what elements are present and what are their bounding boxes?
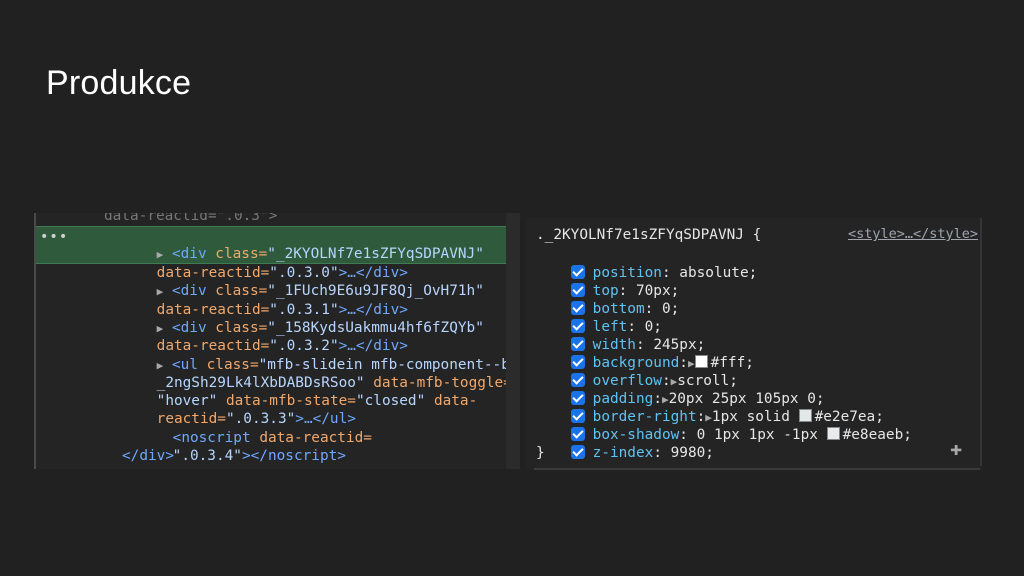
more-options-icon[interactable]: ••• xyxy=(40,229,68,245)
color-swatch[interactable] xyxy=(826,427,840,440)
elements-panel: data-reactid=".0.3"> ••• ▶ <div class="_… xyxy=(34,213,506,469)
css-property-overflow[interactable]: overflow:▶scroll; xyxy=(536,354,738,389)
cut-off-line: data-reactid=".0.3"> xyxy=(104,213,278,224)
dom-node-close-div[interactable]: </div> xyxy=(122,447,174,465)
css-property-z-index[interactable]: z-index: 9980; xyxy=(536,426,714,461)
panel-divider[interactable] xyxy=(506,213,520,469)
dom-node-div-2[interactable]: ▶ <div class="_158KydsUakmmu4hf6fZQYb" xyxy=(122,301,484,336)
dom-node-div-1-line2: data-reactid=".0.3.1">…</div> xyxy=(156,302,408,318)
css-property-bottom[interactable]: bottom: 0; xyxy=(536,282,679,317)
dom-node-noscript-line2: ".0.3.4"></noscript> xyxy=(172,448,346,464)
dom-node-ul-line2: _2ngSh29Lk4lXbDABDsRSoo" data-mfb-toggle… xyxy=(156,375,506,391)
styles-panel: ._2KYOLNf7e1sZFYqSDPAVNJ { <style>…</sty… xyxy=(526,218,982,470)
styles-bottom-border xyxy=(534,468,980,470)
css-property-padding[interactable]: padding:▶20px 25px 105px 0; xyxy=(536,372,825,407)
css-rule-close: } xyxy=(536,445,545,461)
dom-node-ul-line3: "hover" data-mfb-state="closed" data- xyxy=(156,393,478,409)
css-property-width[interactable]: width: 245px; xyxy=(536,318,705,353)
css-property-top[interactable]: top: 70px; xyxy=(536,264,679,299)
dom-node-div-1[interactable]: ▶ <div class="_1FUch9E6u9JF8Qj_OvH71h" xyxy=(122,264,484,299)
css-property-position[interactable]: position: absolute; xyxy=(536,246,757,281)
styles-scrollbar[interactable] xyxy=(980,218,982,466)
slide-title: Produkce xyxy=(46,64,192,102)
dom-node-ul[interactable]: ▶ <ul class="mfb-slidein mfb-component--… xyxy=(122,338,506,373)
style-source-link[interactable]: <style>…</style> xyxy=(848,226,978,242)
dom-node-div-2-line2: data-reactid=".0.3.2">…</div> xyxy=(156,338,408,354)
css-selector: ._2KYOLNf7e1sZFYqSDPAVNJ { xyxy=(536,227,762,243)
checkbox-checked-icon[interactable] xyxy=(570,445,585,459)
dom-node-noscript[interactable]: <noscript data-reactid= xyxy=(138,411,372,446)
dom-node-div-0[interactable]: ▶ <div class="_2KYOLNf7e1sZFYqSDPAVNJ" xyxy=(122,227,484,262)
css-property-background[interactable]: background:▶ #fff; xyxy=(536,336,754,371)
css-property-left[interactable]: left: 0; xyxy=(536,300,662,335)
dom-node-ul-line4: reactid=".0.3.3">…</ul> xyxy=(156,411,356,427)
css-property-box-shadow[interactable]: box-shadow: 0 1px 1px -1px #e8eaeb; xyxy=(536,408,912,443)
add-property-icon[interactable]: ✚ xyxy=(950,436,962,460)
dom-node-div-0-line2: data-reactid=".0.3.0">…</div> xyxy=(156,265,408,281)
css-property-border-right[interactable]: border-right:▶1px solid #e2e7ea; xyxy=(536,390,884,425)
